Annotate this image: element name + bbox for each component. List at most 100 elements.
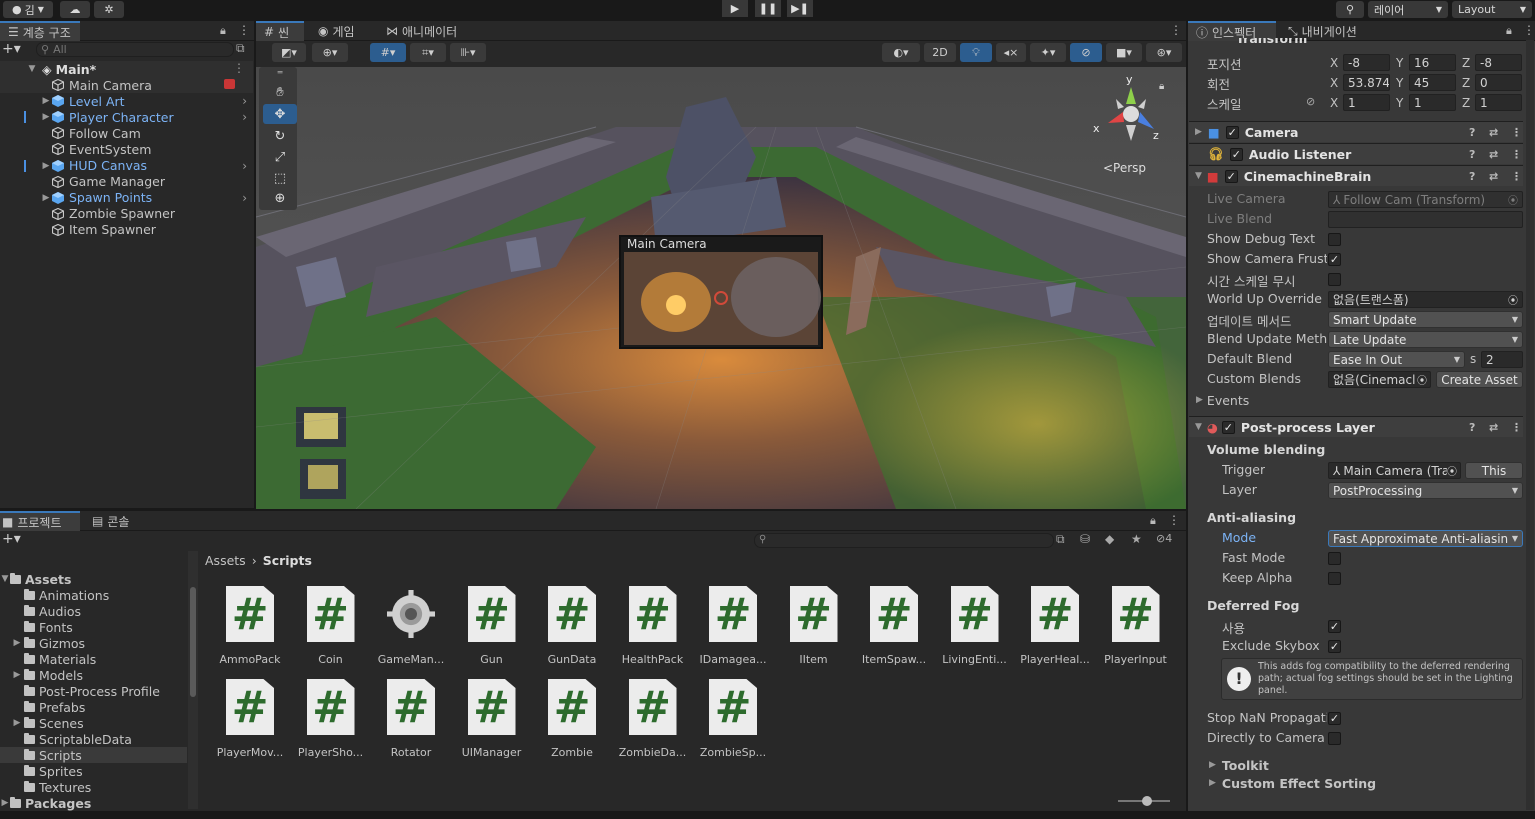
chevron-right-icon[interactable]: › xyxy=(242,191,247,205)
cinemachine-brain-header[interactable]: ▼ ■ ✓ CinemachineBrain ? ⇄ ⋮ xyxy=(1189,165,1523,186)
shading-dropdown[interactable]: ◐▾ xyxy=(882,43,920,62)
scale-z-field[interactable]: 1 xyxy=(1475,94,1522,111)
assets-root-folder[interactable]: ▼ Assets xyxy=(0,571,187,587)
rotation-z-field[interactable]: 0 xyxy=(1475,74,1522,91)
folder-item[interactable]: Audios xyxy=(0,603,187,619)
expand-arrow-icon[interactable]: ▶ xyxy=(40,193,52,203)
mode-dropdown[interactable]: Fast Approximate Anti-aliasin ▼ xyxy=(1328,530,1523,547)
hierarchy-item[interactable]: ▶ HUD Canvas › xyxy=(0,158,253,174)
play-button[interactable]: ▶ xyxy=(722,0,748,17)
pause-button[interactable]: ❚❚ xyxy=(755,0,781,17)
transform-tool-button[interactable]: ⊕ xyxy=(263,188,297,208)
kebab-menu-icon[interactable]: ⋮ xyxy=(1511,170,1522,183)
add-button[interactable]: +▾ xyxy=(2,41,21,57)
scrollbar-thumb[interactable] xyxy=(190,587,196,697)
filter-by-label-icon[interactable]: ◆ xyxy=(1105,532,1114,546)
kebab-menu-icon[interactable]: ⋮ xyxy=(238,23,250,37)
tab-game[interactable]: ◉ 게임 xyxy=(310,21,363,41)
breadcrumb-scripts[interactable]: Scripts xyxy=(263,553,312,568)
persp-label[interactable]: <Persp xyxy=(1103,161,1146,175)
rotate-tool-button[interactable]: ↻ xyxy=(263,126,297,146)
folder-item[interactable]: Scripts xyxy=(0,747,187,763)
blend-time-field[interactable]: 2 xyxy=(1481,351,1523,368)
folder-item[interactable]: Prefabs xyxy=(0,699,187,715)
camera-component-header[interactable]: ▶ ■ ✓ Camera ? ⇄ ⋮ xyxy=(1189,121,1523,142)
project-search-input[interactable]: ⚲ xyxy=(754,533,1054,548)
layer-dropdown[interactable]: PostProcessing ▼ xyxy=(1328,482,1523,499)
scene-viewport[interactable]: Main Camera <Persp y x z 🔒︎ xyxy=(256,67,1186,509)
post-process-layer-header[interactable]: ▼ ◕ ✓ Post-process Layer ? ⇄ ⋮ xyxy=(1189,416,1523,437)
lighting-toggle[interactable]: 💡︎ xyxy=(960,43,992,62)
expand-arrow-icon[interactable]: ▶ xyxy=(0,798,10,808)
expand-arrow-icon[interactable]: ▶ xyxy=(40,96,52,106)
collab-icon[interactable]: ✲ xyxy=(94,1,124,18)
hierarchy-item[interactable]: EventSystem xyxy=(0,141,253,157)
audio-listener-header[interactable]: 🎧︎ ✓ Audio Listener ? ⇄ ⋮ xyxy=(1189,143,1523,164)
asset-item[interactable]: # UIManager xyxy=(452,679,532,759)
icon-size-slider-thumb[interactable] xyxy=(1142,796,1152,806)
object-picker-icon[interactable]: ⦿ xyxy=(1447,463,1457,478)
step-button[interactable]: ▶❚ xyxy=(787,0,813,17)
constrain-proportions-icon[interactable]: ⊘ xyxy=(1306,95,1315,108)
expand-arrow-icon[interactable]: ▶ xyxy=(10,638,24,648)
asset-item[interactable]: # IDamagea... xyxy=(693,586,773,666)
kebab-menu-icon[interactable]: ⋮ xyxy=(1511,148,1522,161)
kebab-menu-icon[interactable]: ⋮ xyxy=(1170,23,1182,37)
this-button[interactable]: This xyxy=(1465,462,1523,479)
folder-item[interactable]: ▶ Scenes xyxy=(0,715,187,731)
folder-item[interactable]: Sprites xyxy=(0,763,187,779)
lock-icon[interactable]: 🔒︎ xyxy=(1506,24,1512,38)
camera-enabled-checkbox[interactable]: ✓ xyxy=(1225,125,1239,139)
hidden-packages-toggle[interactable]: ⊘4 xyxy=(1156,532,1172,545)
rotation-x-field[interactable]: 53.874 xyxy=(1343,74,1390,91)
kebab-menu-icon[interactable]: ⋮ xyxy=(1511,126,1522,139)
asset-item[interactable]: # PlayerHeal... xyxy=(1015,586,1095,666)
help-icon[interactable]: ? xyxy=(1469,126,1475,139)
post-process-enabled-checkbox[interactable]: ✓ xyxy=(1221,420,1235,434)
folder-item[interactable]: Textures xyxy=(0,779,187,795)
expand-arrow-icon[interactable]: ▼ xyxy=(0,574,10,584)
lock-icon[interactable]: 🔒︎ xyxy=(220,24,226,38)
show-debug-text-checkbox[interactable] xyxy=(1328,233,1341,246)
audio-toggle[interactable]: ◂× xyxy=(996,43,1026,62)
create-asset-button[interactable]: Create Asset xyxy=(1436,371,1523,388)
preset-icon[interactable]: ⇄ xyxy=(1489,148,1498,161)
object-picker-icon[interactable]: ⦿ xyxy=(1417,372,1427,387)
expand-arrow-icon[interactable]: ▼ xyxy=(26,64,38,74)
scene-row[interactable]: ▼ ◈ Main* ⋮ xyxy=(0,61,253,77)
folder-item[interactable]: Animations xyxy=(0,587,187,603)
asset-item[interactable]: # GunData xyxy=(532,586,612,666)
chevron-right-icon[interactable]: › xyxy=(242,110,247,124)
object-picker-icon[interactable]: ⦿ xyxy=(1508,292,1518,307)
hierarchy-item[interactable]: Game Manager xyxy=(0,174,253,190)
asset-item[interactable]: # ItemSpaw... xyxy=(854,586,934,666)
tab-console[interactable]: ▤ 콘솔 xyxy=(84,511,137,531)
preset-icon[interactable]: ⇄ xyxy=(1489,421,1498,434)
keep-alpha-checkbox[interactable] xyxy=(1328,572,1341,585)
filter-by-type-icon[interactable]: ⛁ xyxy=(1080,532,1090,546)
asset-item[interactable]: # Zombie xyxy=(532,679,612,759)
hidden-objects-toggle[interactable]: ⊘ xyxy=(1070,43,1102,62)
direct-to-camera-checkbox[interactable] xyxy=(1328,732,1341,745)
rect-tool-button[interactable]: ⬚ xyxy=(263,168,297,188)
world-up-field[interactable]: 없음(트랜스폼) ⦿ xyxy=(1328,291,1523,308)
tab-hierarchy[interactable]: ☰ 계층 구조 xyxy=(0,21,80,41)
folder-tree-scrollbar[interactable] xyxy=(188,551,198,809)
camera-settings-dropdown[interactable]: ■▾ xyxy=(1106,43,1142,62)
stop-nan-checkbox[interactable]: ✓ xyxy=(1328,712,1341,725)
tab-animator[interactable]: ⋈ 애니메이터 xyxy=(378,21,465,41)
asset-item[interactable]: # PlayerInput xyxy=(1096,586,1176,666)
cloud-icon[interactable]: ☁ xyxy=(60,1,90,18)
asset-item[interactable]: # Rotator xyxy=(371,679,451,759)
layers-dropdown[interactable]: 레이어 ▼ xyxy=(1368,1,1448,18)
folder-item[interactable]: ▶ Gizmos xyxy=(0,635,187,651)
hierarchy-item[interactable]: ▶ Spawn Points › xyxy=(0,190,253,206)
hierarchy-item[interactable]: ▶ Level Art › xyxy=(0,93,253,109)
hierarchy-item[interactable]: Zombie Spawner xyxy=(0,206,253,222)
search-by-type-icon[interactable]: ⧉ xyxy=(1056,532,1065,547)
folder-item[interactable]: ScriptableData xyxy=(0,731,187,747)
hierarchy-item[interactable]: ▶ Player Character › xyxy=(0,109,253,125)
folder-item[interactable]: ▶ Models xyxy=(0,667,187,683)
effects-dropdown[interactable]: ✦▾ xyxy=(1030,43,1066,62)
scene-visibility-icon[interactable]: ⧉ xyxy=(236,41,245,56)
